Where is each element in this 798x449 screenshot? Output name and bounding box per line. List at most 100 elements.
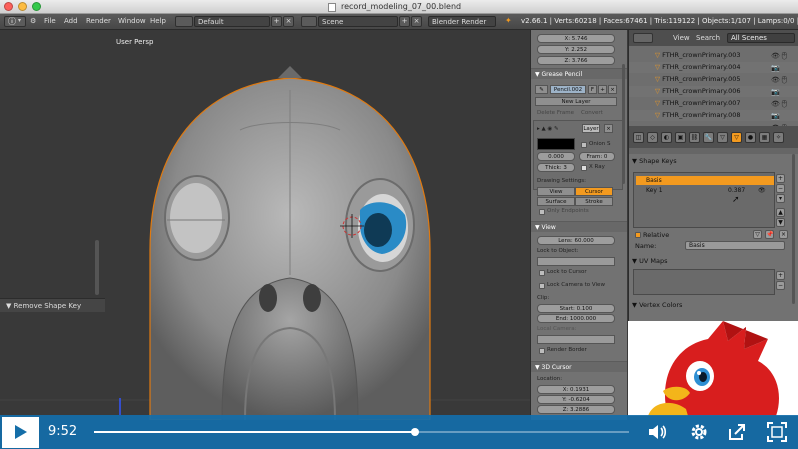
uv-maps-header[interactable]: ▼ UV Maps [632, 257, 790, 265]
add-shape-key-button[interactable]: + [776, 174, 785, 183]
material-tab-icon[interactable]: ● [745, 132, 756, 143]
clip-start-field[interactable]: Start: 0.100 [537, 304, 615, 313]
volume-icon[interactable] [646, 421, 668, 443]
grease-pencil-header[interactable]: ▼ Grease Pencil [531, 68, 627, 79]
operator-panel-header[interactable]: ▼ Remove Shape Key [0, 298, 105, 312]
viewport-scrollbar[interactable] [95, 240, 99, 295]
outliner-search-menu[interactable]: Search [696, 34, 720, 42]
shape-key-row-basis[interactable]: Basis [636, 176, 774, 185]
seek-bar[interactable] [94, 428, 629, 436]
new-layer-button[interactable]: New Layer [535, 97, 617, 106]
constraints-tab-icon[interactable]: ⛓ [689, 132, 700, 143]
add-scene-button[interactable]: + [399, 16, 410, 27]
move-down-button[interactable]: ▼ [776, 218, 785, 227]
vertex-colors-header[interactable]: ▼ Vertex Colors [632, 301, 790, 309]
relative-checkbox[interactable] [635, 232, 641, 238]
view-panel-header[interactable]: ▼ View [531, 221, 627, 232]
data-tab-icon[interactable]: ▽ [717, 132, 728, 143]
fake-user-button[interactable]: F [588, 85, 597, 94]
lens-field[interactable]: Lens: 60.000 [537, 236, 615, 245]
cursor3d-panel-header[interactable]: ▼ 3D Cursor [531, 361, 627, 372]
menu-render[interactable]: Render [86, 17, 111, 25]
xray-checkbox[interactable] [581, 165, 587, 171]
seek-bar-handle[interactable] [411, 428, 419, 436]
shape-key-specials-button[interactable]: ▾ [776, 194, 785, 203]
opacity-field[interactable]: 0.000 [537, 152, 575, 161]
screen-layout-icon[interactable] [175, 16, 193, 27]
menu-file[interactable]: File [44, 17, 56, 25]
layer-name-field[interactable]: Layer [582, 124, 600, 133]
menu-add[interactable]: Add [64, 17, 78, 25]
cursor-y-field[interactable]: Y: -0.6204 [537, 395, 615, 404]
lock-to-cursor-checkbox[interactable] [539, 270, 545, 276]
draw-view-button[interactable]: View [537, 187, 575, 196]
render-engine-select[interactable]: Blender Render [428, 16, 496, 27]
add-layout-button[interactable]: + [271, 16, 282, 27]
uv-map-list[interactable] [633, 269, 775, 295]
remove-pencil-button[interactable]: × [608, 85, 617, 94]
scene-field[interactable]: Scene [318, 16, 398, 27]
edit-mode-toggle[interactable]: ▽ [753, 230, 762, 239]
remove-layout-button[interactable]: × [283, 16, 294, 27]
visibility-icons[interactable]: 👁🖱📷👁🖱📷👁🖱📷👁🖱📷👁🖱📷👁🖱📷 [771, 50, 797, 126]
play-button[interactable] [2, 417, 39, 448]
menu-help[interactable]: Help [150, 17, 166, 25]
location-y-field[interactable]: Y: 2.252 [537, 45, 615, 54]
settings-gear-icon[interactable] [688, 421, 710, 443]
local-camera-field[interactable] [537, 335, 615, 344]
add-uv-map-button[interactable]: + [776, 271, 785, 280]
screen-layout-field[interactable]: Default [194, 16, 270, 27]
lock-object-field[interactable] [537, 257, 615, 266]
texture-tab-icon[interactable]: ▦ [759, 132, 770, 143]
shape-key-row-key1[interactable]: Key 1 0.387 👁 [636, 186, 774, 195]
clear-shape-button[interactable]: × [779, 230, 788, 239]
outliner-editor-type-button[interactable] [633, 33, 653, 43]
remove-uv-map-button[interactable]: − [776, 281, 785, 290]
pencil-layer-field[interactable]: Pencil.002 [550, 85, 586, 94]
stroke-color-swatch[interactable] [537, 138, 575, 150]
particles-tab-icon[interactable]: ✧ [773, 132, 784, 143]
lock-camera-checkbox[interactable] [539, 283, 545, 289]
move-up-button[interactable]: ▲ [776, 208, 785, 217]
scene-tab-icon[interactable]: ◇ [647, 132, 658, 143]
3d-viewport[interactable]: User Persp ▼ Remove Shape Key [0, 30, 530, 420]
onion-skin-checkbox[interactable] [581, 142, 587, 148]
draw-cursor-button[interactable]: Cursor [575, 187, 613, 196]
remove-shape-key-button[interactable]: − [776, 184, 785, 193]
cursor-x-field[interactable]: X: 0.1931 [537, 385, 615, 394]
shape-key-value[interactable]: 0.387 [728, 186, 745, 195]
npanel-scrollbar[interactable] [622, 64, 625, 184]
scene-icon[interactable] [301, 16, 317, 27]
remove-scene-button[interactable]: × [411, 16, 422, 27]
properties-scrollbar[interactable] [792, 154, 795, 304]
render-tab-icon[interactable]: ◫ [633, 132, 644, 143]
location-x-field[interactable]: X: 5.746 [537, 34, 615, 43]
outliner-view-menu[interactable]: View [673, 34, 690, 42]
fullscreen-icon[interactable] [766, 421, 788, 443]
delete-frame-button[interactable]: Delete Frame [537, 110, 574, 116]
shape-keys-header[interactable]: ▼ Shape Keys [632, 157, 790, 165]
modifiers-tab-icon[interactable]: 🔧 [703, 132, 714, 143]
share-icon[interactable] [726, 421, 748, 443]
minimize-window-button[interactable] [18, 2, 27, 11]
thickness-field[interactable]: Thick: 3 [537, 163, 575, 172]
zoom-window-button[interactable] [32, 2, 41, 11]
pin-shape-toggle[interactable]: 📌 [765, 230, 774, 239]
remove-layer-button[interactable]: × [604, 124, 613, 133]
add-pencil-button[interactable]: + [598, 85, 607, 94]
cursor-z-field[interactable]: Z: 3.2886 [537, 405, 615, 414]
location-z-field[interactable]: Z: 3.766 [537, 56, 615, 65]
outliner-filter-select[interactable]: All Scenes [727, 33, 795, 43]
convert-button[interactable]: Convert [581, 110, 603, 116]
draw-surface-button[interactable]: Surface [537, 197, 575, 206]
render-border-checkbox[interactable] [539, 348, 545, 354]
frame-field[interactable]: Fram: 0 [579, 152, 615, 161]
draw-stroke-button[interactable]: Stroke [575, 197, 613, 206]
editor-type-button[interactable]: ⓘ ▾ [4, 16, 26, 27]
world-tab-icon[interactable]: ◐ [661, 132, 672, 143]
eye-icon[interactable]: 👁 [758, 186, 766, 195]
layer-controls-icons[interactable]: ▸ ▲ ◉ ✎ [537, 126, 559, 132]
menu-window[interactable]: Window [118, 17, 146, 25]
pencil-icon[interactable]: ✎ [535, 85, 548, 94]
shape-key-name-field[interactable]: Basis [685, 241, 785, 250]
